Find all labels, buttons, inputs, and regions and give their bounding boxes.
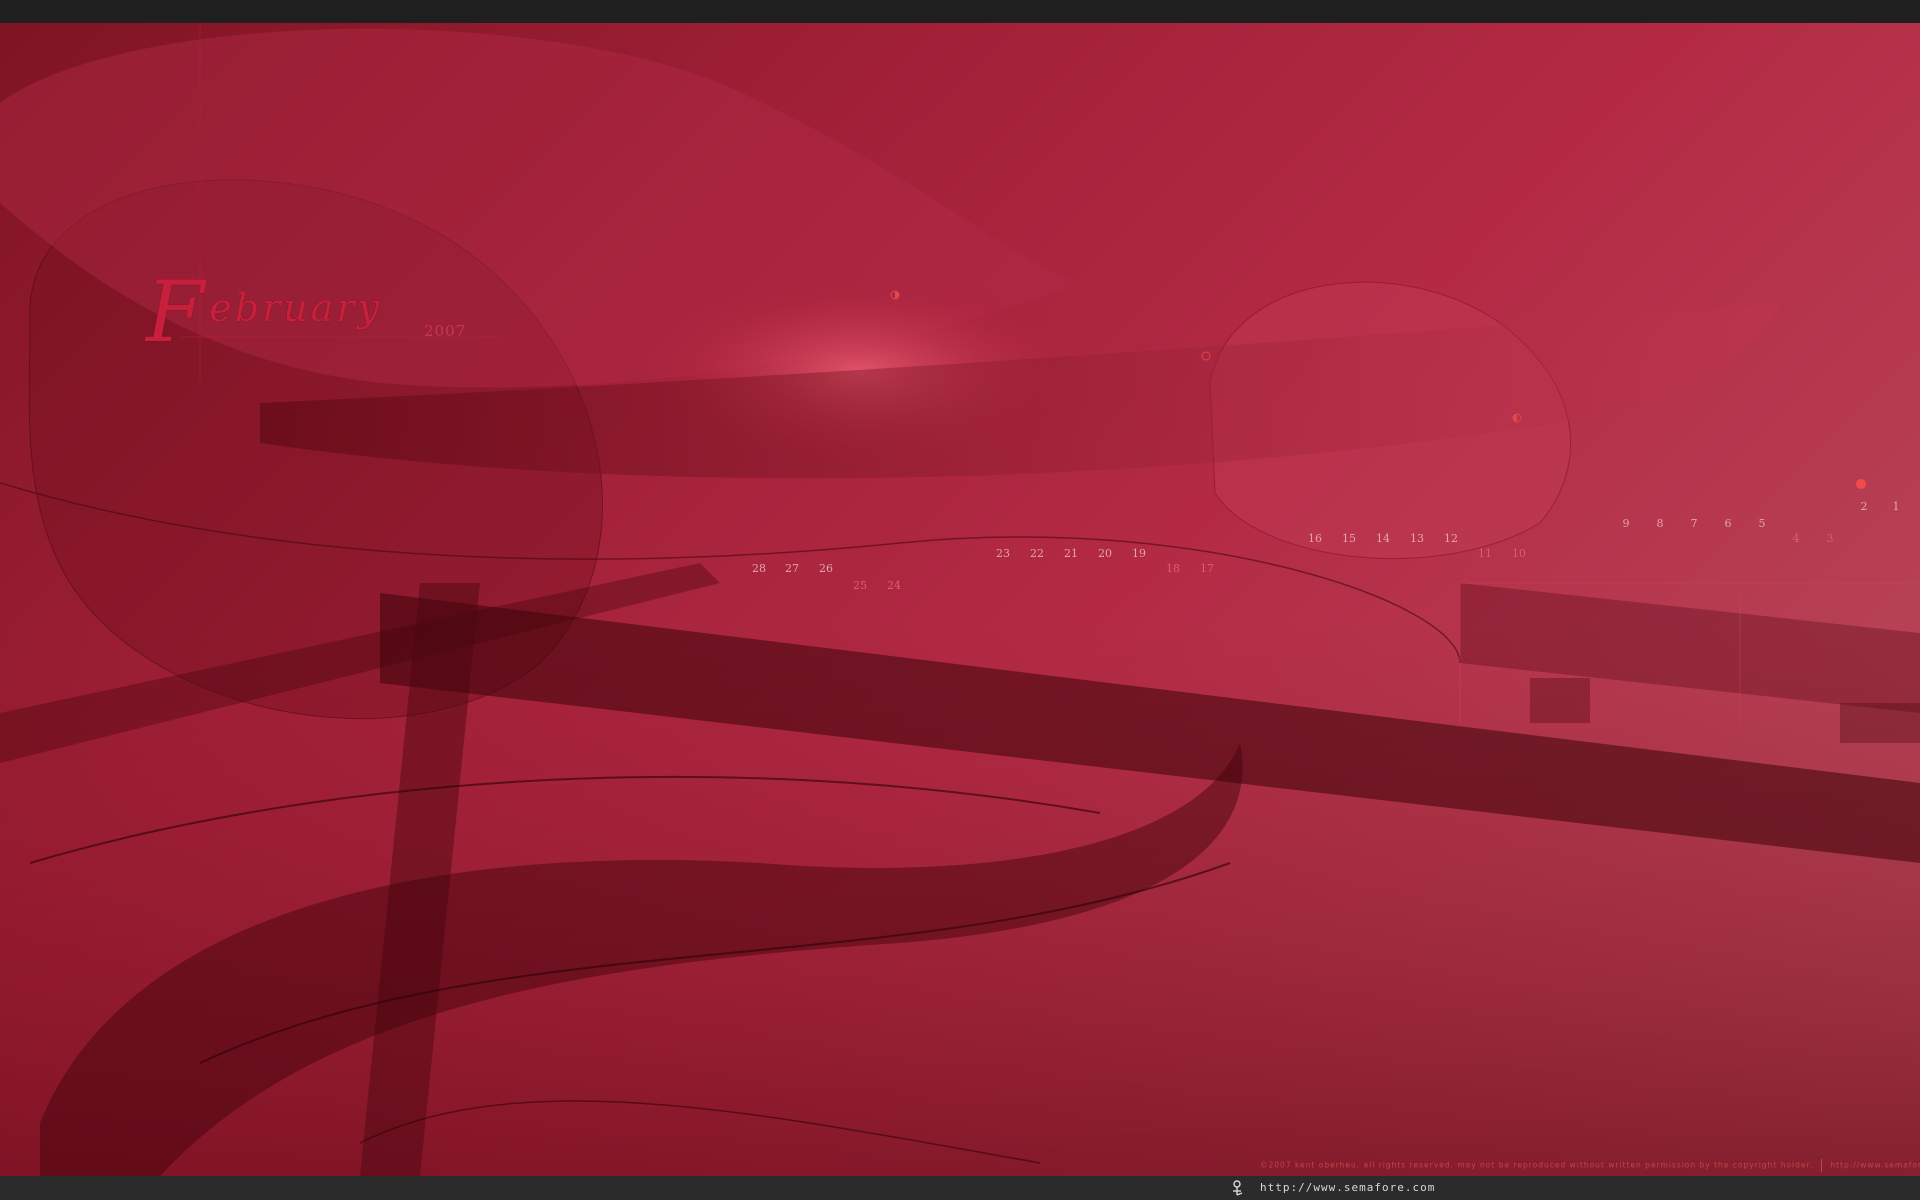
day-19: 19 (1132, 547, 1146, 560)
day-9: 9 (1622, 517, 1630, 530)
day-15: 15 (1342, 532, 1356, 545)
day-25: 25 (853, 579, 867, 592)
status-bar: http://www.semafore.com (0, 1176, 1920, 1200)
day-14: 14 (1376, 532, 1390, 545)
last-quarter-moon-icon (1512, 413, 1522, 423)
year-label: 2007 (424, 322, 467, 340)
day-21: 21 (1064, 547, 1078, 560)
new-moon-icon (1856, 479, 1866, 489)
day-8: 8 (1656, 517, 1664, 530)
day-5: 5 (1758, 517, 1766, 530)
top-bar (0, 0, 1920, 23)
month-rest: ebruary (209, 286, 383, 330)
day-16: 16 (1308, 532, 1322, 545)
day-18: 18 (1166, 562, 1180, 575)
day-1: 1 (1892, 500, 1900, 513)
copyright-text: ©2007 kent oberheu. all rights reserved.… (1260, 1160, 1814, 1170)
day-10: 10 (1512, 547, 1526, 560)
day-3: 3 (1826, 532, 1834, 545)
month-initial: F (146, 263, 208, 361)
day-6: 6 (1724, 517, 1732, 530)
first-quarter-moon-icon (890, 290, 900, 300)
day-27: 27 (785, 562, 799, 575)
full-moon-icon (1201, 351, 1211, 361)
day-17: 17 (1200, 562, 1214, 575)
day-11: 11 (1478, 547, 1492, 560)
day-28: 28 (752, 562, 766, 575)
copyright-line: ©2007 kent oberheu. all rights reserved.… (1260, 1159, 1920, 1172)
day-22: 22 (1030, 547, 1044, 560)
day-7: 7 (1690, 517, 1698, 530)
day-24: 24 (887, 579, 901, 592)
day-20: 20 (1098, 547, 1112, 560)
day-4: 4 (1792, 532, 1800, 545)
wallpaper-artwork: February 2007 28 27 26 25 24 23 22 21 20… (0, 23, 1920, 1176)
day-12: 12 (1444, 532, 1458, 545)
day-23: 23 (996, 547, 1010, 560)
day-26: 26 (819, 562, 833, 575)
divider (1821, 1159, 1823, 1172)
semafore-logo-icon (1233, 1180, 1243, 1196)
month-title: February (146, 263, 382, 361)
abstract-ribbons-background (0, 23, 1920, 1176)
day-13: 13 (1410, 532, 1424, 545)
day-2: 2 (1860, 500, 1868, 513)
site-link[interactable]: http://www.semafore.com (1260, 1181, 1435, 1194)
copyright-site: http://www.semafore.com (1830, 1160, 1920, 1170)
